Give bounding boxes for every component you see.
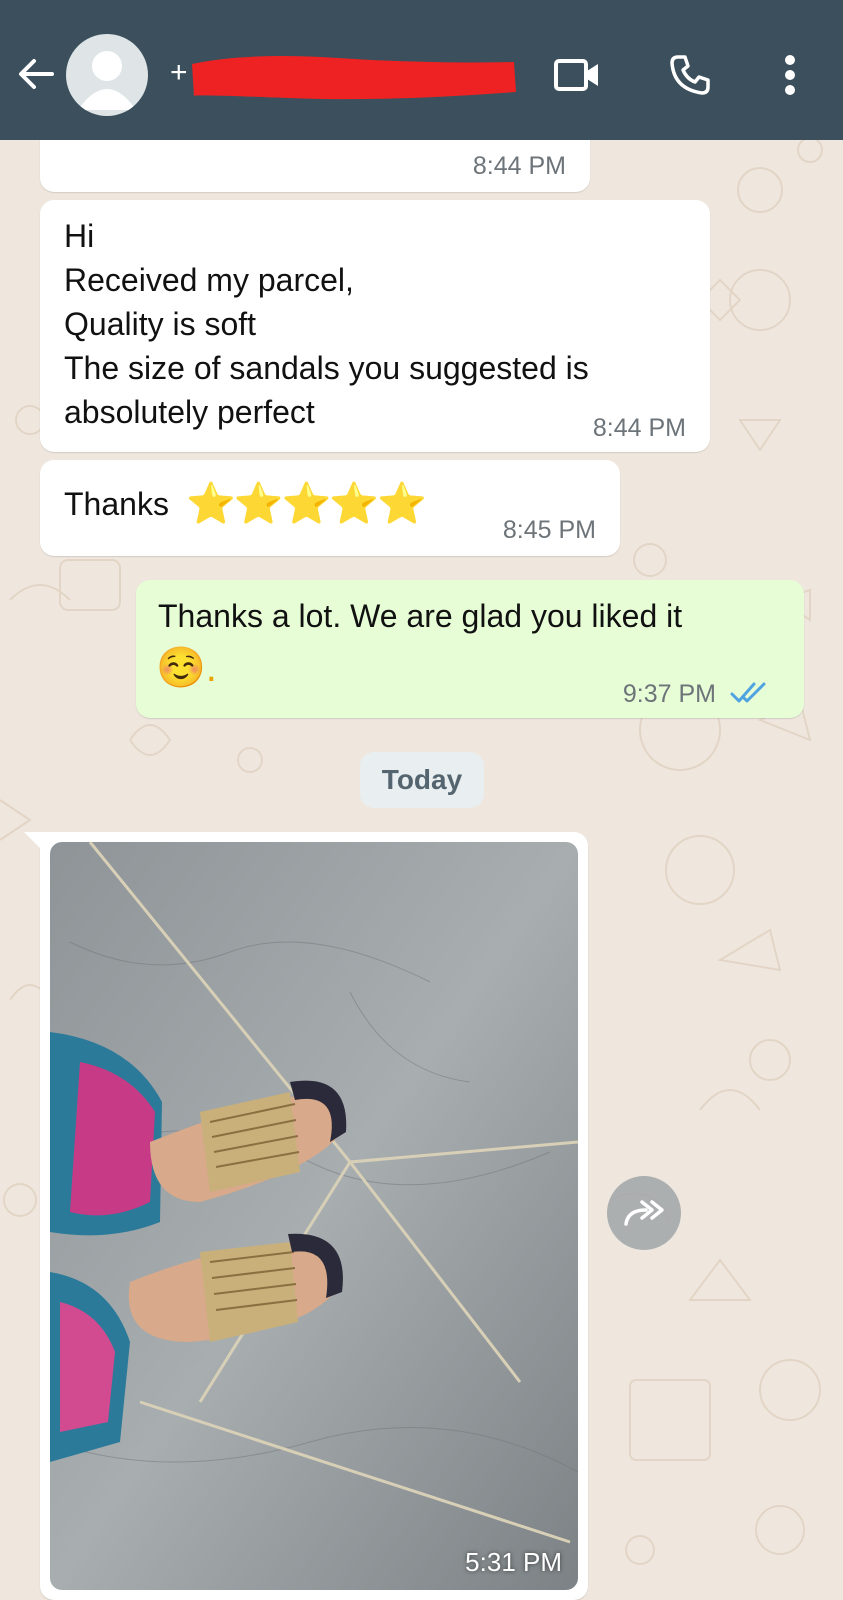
- message-text: Hi Received my parcel, Quality is soft T…: [64, 218, 589, 430]
- more-options-button[interactable]: [765, 50, 815, 100]
- date-separator: Today: [360, 752, 484, 808]
- default-avatar-icon: [78, 51, 136, 110]
- photo-image: [50, 842, 578, 1590]
- message-time: 8:44 PM: [592, 414, 686, 442]
- contact-prefix: +: [170, 56, 188, 89]
- voice-call-icon: [670, 55, 710, 95]
- video-call-button[interactable]: [552, 50, 602, 100]
- message-text: Thanks a lot. We are glad you liked it: [158, 598, 683, 634]
- message-time: 8:44 PM: [472, 152, 566, 180]
- voice-call-button[interactable]: [665, 50, 715, 100]
- back-button[interactable]: [14, 52, 58, 96]
- forward-icon: [624, 1200, 664, 1226]
- back-arrow-icon: [19, 59, 54, 89]
- message-time: 9:37 PM: [622, 680, 716, 708]
- image-time: 5:31 PM: [465, 1547, 562, 1577]
- redaction-mark: [192, 56, 516, 100]
- sandals-photo[interactable]: 5:31 PM: [50, 842, 578, 1590]
- message-bubble-incoming[interactable]: Thanks ⭐⭐⭐⭐⭐ 8:45 PM: [40, 460, 620, 556]
- star-emojis: ⭐⭐⭐⭐⭐: [186, 482, 427, 526]
- message-bubble-incoming[interactable]: Hi Received my parcel, Quality is soft T…: [40, 200, 710, 452]
- message-text: Thanks: [64, 486, 169, 522]
- avatar[interactable]: [66, 34, 148, 116]
- read-receipt-icon: [730, 682, 766, 703]
- contact-name[interactable]: +: [170, 52, 520, 100]
- message-bubble-outgoing[interactable]: Thanks a lot. We are glad you liked it ☺…: [136, 580, 804, 718]
- forward-button[interactable]: [607, 1176, 681, 1250]
- video-call-icon: [554, 59, 598, 91]
- bubble-tail: [24, 832, 44, 852]
- more-options-icon: [785, 55, 795, 95]
- message-time: 8:45 PM: [502, 516, 596, 544]
- smiling-emoji: ☺️.: [156, 646, 217, 690]
- chat-header: +: [0, 0, 843, 140]
